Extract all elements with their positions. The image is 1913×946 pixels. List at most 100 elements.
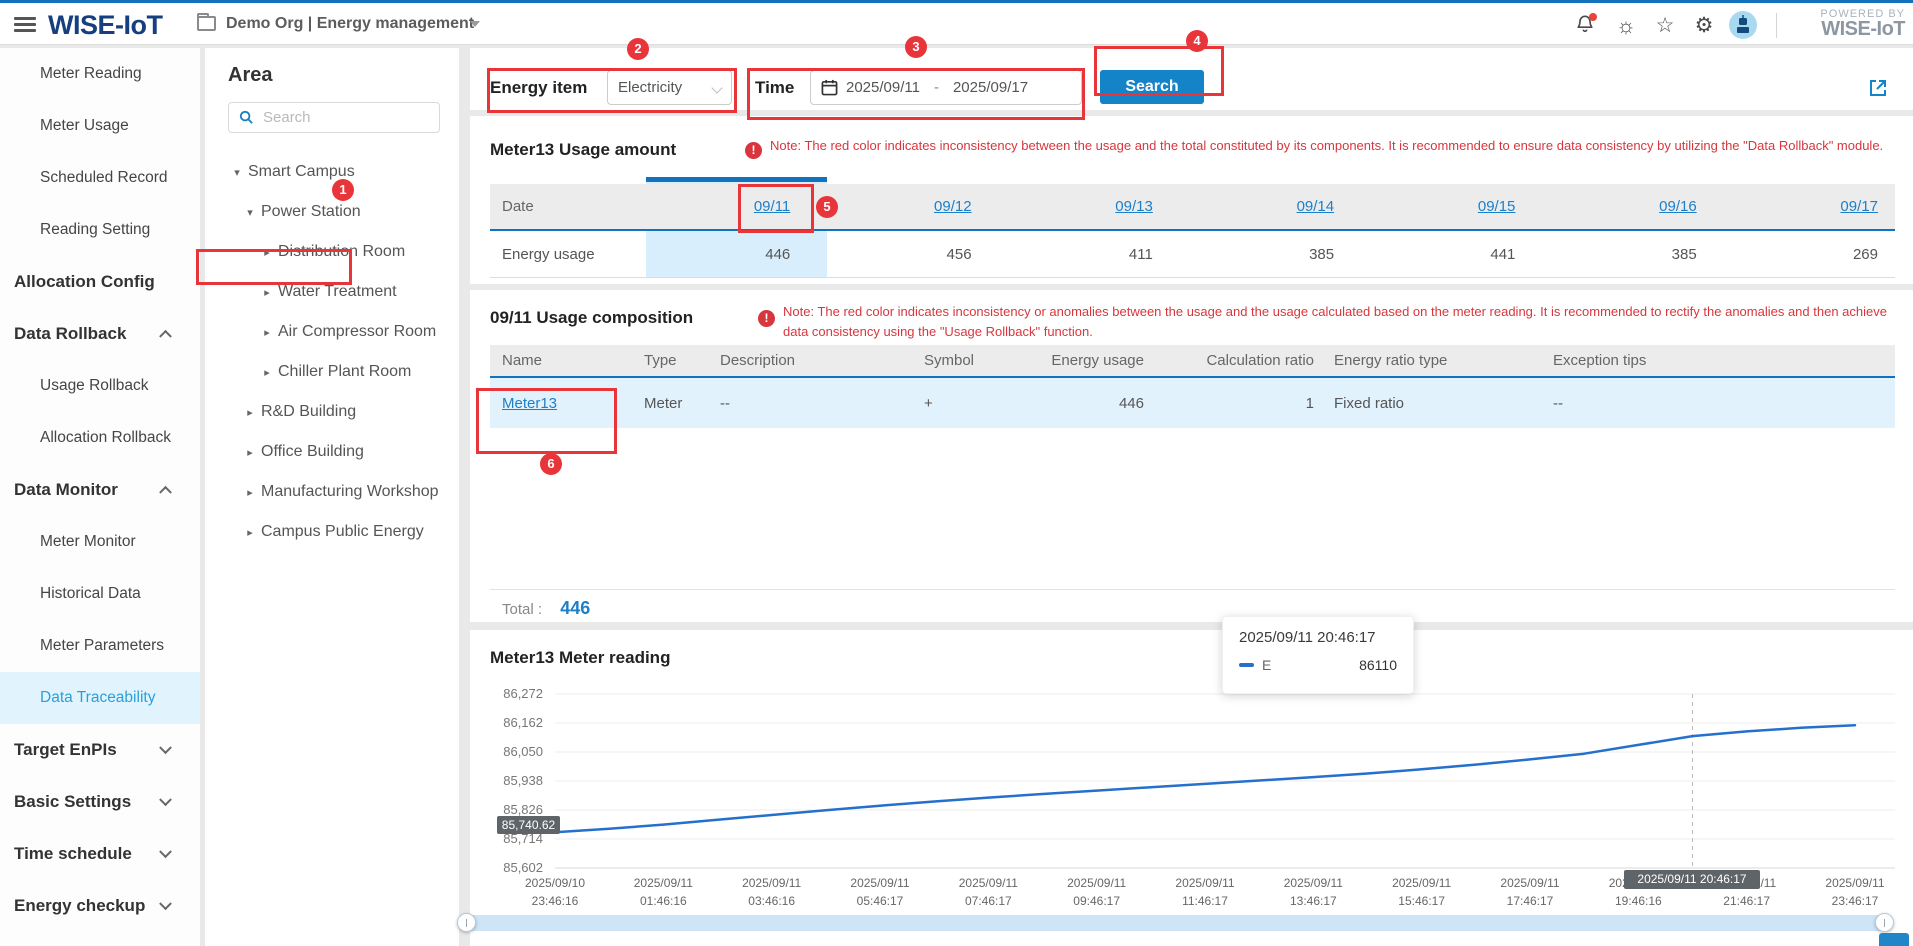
date-link-09-14[interactable]: 09/14 (1297, 198, 1335, 215)
usage-header-date: Date (490, 198, 626, 215)
caret-collapsed-icon[interactable]: ▸ (243, 486, 257, 499)
caret-collapsed-icon[interactable]: ▸ (260, 366, 274, 379)
energy-item-select[interactable]: Electricity (607, 70, 732, 105)
sidebar-item-label: Basic Settings (14, 792, 131, 812)
chevron-up-icon (159, 330, 172, 343)
sidebar-item-label: Allocation Config (14, 272, 155, 292)
caret-expanded-icon[interactable]: ▾ (243, 206, 257, 219)
usage-table-header-row: Date 09/11 09/12 09/13 09/14 09/15 09/16 09/17 (490, 184, 1895, 231)
x-axis-tick-label: 2025/09/1023:46:16 (507, 874, 603, 910)
date-end-value: 2025/09/17 (953, 79, 1028, 96)
sidebar-item-historical-data[interactable]: Historical Data (0, 568, 200, 620)
composition-section-note: Note: The red color indicates inconsiste… (783, 302, 1893, 342)
sidebar-item-label: Meter Monitor (40, 533, 136, 551)
warning-icon: ! (745, 142, 762, 159)
caret-collapsed-icon[interactable]: ▸ (260, 326, 274, 339)
sidebar-item-label: Meter Reading (40, 65, 142, 83)
sidebar-item-allocation-config[interactable]: Allocation Config (0, 256, 200, 308)
tree-node-r-d-building[interactable]: ▸R&D Building (205, 392, 459, 432)
caret-collapsed-icon[interactable]: ▸ (243, 406, 257, 419)
x-axis-tick-label: 2025/09/1113:46:17 (1265, 874, 1361, 910)
datazoom-left-handle[interactable] (457, 913, 476, 932)
sidebar-item-meter-parameters[interactable]: Meter Parameters (0, 620, 200, 672)
caret-collapsed-icon[interactable]: ▸ (243, 446, 257, 459)
open-external-icon[interactable] (1868, 78, 1888, 98)
y-axis-tick-label: 86,050 (470, 744, 543, 759)
chevron-up-icon (159, 486, 172, 499)
date-separator: - (934, 79, 939, 96)
sidebar-item-energy-checkup[interactable]: Energy checkup (0, 880, 200, 932)
date-link-09-12[interactable]: 09/12 (934, 198, 972, 215)
composition-cell[interactable]: Meter13 (490, 395, 640, 412)
calendar-icon (821, 79, 838, 96)
sidebar-item-reading-setting[interactable]: Reading Setting (0, 204, 200, 256)
sidebar-item-data-traceability[interactable]: Data Traceability (0, 672, 200, 724)
y-axis-tick-label: 86,162 (470, 715, 543, 730)
x-axis-tick-label: 2025/09/1101:46:16 (615, 874, 711, 910)
datazoom-right-handle[interactable] (1875, 913, 1894, 932)
sidebar-item-time-schedule[interactable]: Time schedule (0, 828, 200, 880)
annotation-badge-6: 6 (540, 453, 562, 475)
chevron-down-icon (159, 741, 172, 754)
usage-composition-section: 09/11 Usage composition ! Note: The red … (470, 290, 1913, 622)
composition-table: NameTypeDescriptionSymbolEnergy usageCal… (490, 345, 1895, 428)
tree-node-distribution-room[interactable]: ▸Distribution Room (205, 232, 459, 272)
total-row: Total : 446 (502, 598, 590, 619)
tree-node-campus-public-energy[interactable]: ▸Campus Public Energy (205, 512, 459, 552)
caret-collapsed-icon[interactable]: ▸ (260, 246, 274, 259)
date-range-picker[interactable]: 2025/09/11 - 2025/09/17 (810, 70, 1082, 105)
tree-node-manufacturing-workshop[interactable]: ▸Manufacturing Workshop (205, 472, 459, 512)
tree-node-chiller-plant-room[interactable]: ▸Chiller Plant Room (205, 352, 459, 392)
tree-node-label: Water Treatment (278, 283, 397, 301)
user-avatar[interactable] (1729, 11, 1757, 39)
tree-node-power-station[interactable]: ▾Power Station (205, 192, 459, 232)
x-axis-tick-label: 2025/09/1123:46:17 (1807, 874, 1903, 910)
sidebar-item-data-rollback[interactable]: Data Rollback (0, 308, 200, 360)
settings-gear-icon[interactable]: ⚙ (1691, 13, 1717, 39)
sidebar-item-label: Meter Parameters (40, 637, 164, 655)
favorite-star-icon[interactable]: ☆ (1652, 13, 1678, 39)
notification-bell-icon[interactable] (1572, 13, 1598, 39)
caret-expanded-icon[interactable]: ▾ (230, 166, 244, 179)
sidebar-item-label: Reading Setting (40, 221, 150, 239)
powered-by-brand: WISE-IoT (1790, 18, 1905, 41)
sidebar-item-scheduled-record[interactable]: Scheduled Record (0, 152, 200, 204)
tree-node-air-compressor-room[interactable]: ▸Air Compressor Room (205, 312, 459, 352)
usage-header-energy-usage: Energy usage (490, 246, 626, 263)
search-button[interactable]: Search (1100, 70, 1204, 104)
usage-section-note: Note: The red color indicates inconsiste… (770, 136, 1892, 156)
date-link-09-17[interactable]: 09/17 (1840, 198, 1878, 215)
sidebar-item-label: Target EnPIs (14, 740, 117, 760)
caret-collapsed-icon[interactable]: ▸ (260, 286, 274, 299)
chart-datazoom-slider[interactable] (458, 915, 1893, 931)
sidebar-item-label: Historical Data (40, 585, 141, 603)
org-context-switcher[interactable]: Demo Org | Energy management (226, 15, 474, 33)
sidebar-item-basic-settings[interactable]: Basic Settings (0, 776, 200, 828)
tree-node-office-building[interactable]: ▸Office Building (205, 432, 459, 472)
composition-cell: -- (716, 395, 920, 412)
brightness-icon[interactable]: ☼ (1613, 13, 1639, 39)
sidebar-item-data-monitor[interactable]: Data Monitor (0, 464, 200, 516)
usage-value-cell: 269 (1714, 246, 1895, 263)
sidebar-item-meter-usage[interactable]: Meter Usage (0, 100, 200, 152)
usage-value-cell: 385 (1532, 246, 1713, 263)
sidebar-item-usage-rollback[interactable]: Usage Rollback (0, 360, 200, 412)
date-link-09-11[interactable]: 09/11 (754, 198, 790, 215)
sidebar-item-target-enpis[interactable]: Target EnPIs (0, 724, 200, 776)
date-link-09-13[interactable]: 09/13 (1115, 198, 1153, 215)
date-link-09-15[interactable]: 09/15 (1478, 198, 1516, 215)
corner-scroll-button[interactable] (1879, 933, 1909, 946)
total-divider (490, 589, 1895, 590)
caret-collapsed-icon[interactable]: ▸ (243, 526, 257, 539)
chevron-down-icon (159, 897, 172, 910)
date-link-09-16[interactable]: 09/16 (1659, 198, 1697, 215)
area-search-input[interactable]: Search (228, 102, 440, 133)
sidebar-item-meter-monitor[interactable]: Meter Monitor (0, 516, 200, 568)
hamburger-menu-icon[interactable] (14, 17, 36, 33)
meter-name-link[interactable]: Meter13 (502, 395, 557, 412)
composition-header-energy-usage: Energy usage (1040, 352, 1148, 369)
sidebar-item-allocation-rollback[interactable]: Allocation Rollback (0, 412, 200, 464)
usage-value-cell: 456 (807, 246, 988, 263)
tree-node-water-treatment[interactable]: ▸ Water Treatment (205, 272, 459, 312)
sidebar-item-meter-reading[interactable]: Meter Reading (0, 48, 200, 100)
